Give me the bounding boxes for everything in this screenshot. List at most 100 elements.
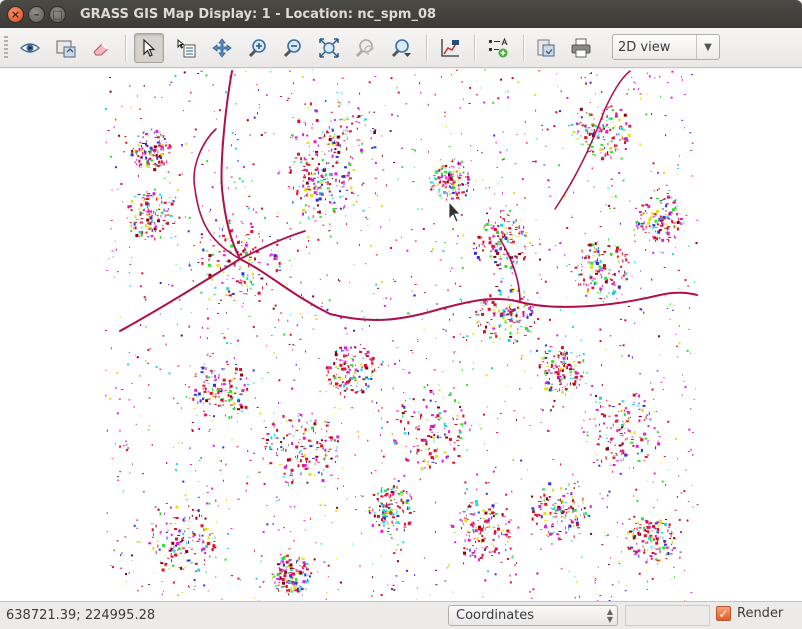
close-window-button[interactable]: ×: [7, 5, 24, 23]
raster-cell: [596, 74, 598, 76]
raster-cell: [110, 219, 113, 221]
raster-cell: [492, 526, 496, 528]
raster-cell: [274, 327, 276, 329]
raster-cell: [485, 374, 488, 377]
print-button[interactable]: [566, 33, 596, 63]
raster-cell: [645, 542, 648, 544]
raster-cell: [645, 520, 649, 524]
raster-cell: [573, 535, 575, 539]
raster-cell: [341, 186, 345, 188]
render-map-button[interactable]: [51, 33, 81, 63]
raster-cell: [371, 563, 373, 565]
raster-cell: [310, 193, 313, 197]
raster-cell: [458, 188, 460, 191]
raster-cell: [459, 298, 462, 301]
raster-cell: [312, 123, 313, 125]
raster-cell: [564, 526, 566, 530]
raster-cell: [336, 558, 338, 560]
raster-cell: [658, 519, 662, 523]
zoom-back-button[interactable]: [350, 33, 380, 63]
raster-cell: [654, 77, 656, 79]
raster-cell: [330, 457, 333, 460]
raster-cell: [276, 243, 279, 246]
status-mode-select[interactable]: Coordinates ▲ ▼: [448, 605, 618, 626]
save-map-button[interactable]: [531, 33, 561, 63]
raster-cell: [628, 547, 632, 550]
render-checkbox[interactable]: ✓: [716, 606, 731, 621]
raster-cell: [634, 207, 637, 209]
zoom-menu-button[interactable]: [386, 33, 416, 63]
raster-cell: [608, 126, 610, 128]
raster-cell: [329, 183, 332, 185]
raster-cell: [484, 245, 486, 248]
view-mode-select[interactable]: 2D view ▼: [612, 34, 720, 60]
query-button[interactable]: [171, 33, 201, 63]
raster-cell: [674, 235, 675, 238]
raster-cell: [517, 303, 519, 305]
raster-cell: [669, 538, 672, 539]
raster-cell: [416, 445, 419, 447]
raster-cell: [480, 87, 482, 89]
raster-cell: [206, 491, 209, 493]
raster-cell: [147, 349, 150, 351]
raster-cell: [414, 284, 417, 285]
raster-cell: [551, 543, 553, 545]
raster-cell: [422, 398, 425, 401]
raster-cell: [462, 183, 464, 186]
raster-cell: [156, 136, 160, 139]
raster-cell: [505, 205, 507, 207]
minimize-window-button[interactable]: –: [28, 5, 45, 23]
raster-cell: [247, 450, 249, 452]
raster-cell: [674, 208, 677, 210]
raster-cell: [611, 584, 614, 586]
raster-cell: [265, 447, 266, 450]
analyze-button[interactable]: [435, 33, 465, 63]
raster-cell: [182, 547, 186, 549]
display-map-button[interactable]: [15, 33, 45, 63]
raster-cell: [382, 506, 384, 508]
raster-cell: [529, 425, 532, 426]
raster-cell: [214, 374, 217, 378]
raster-cell: [353, 375, 355, 378]
raster-cell: [563, 360, 566, 364]
raster-cell: [153, 145, 157, 149]
raster-cell: [311, 178, 315, 182]
raster-cell: [540, 515, 543, 519]
zoom-extent-button[interactable]: [314, 33, 344, 63]
raster-cell: [305, 211, 307, 214]
raster-cell: [203, 564, 205, 566]
raster-cell: [466, 517, 468, 519]
raster-cell: [225, 499, 227, 502]
render-toggle[interactable]: ✓ Render: [716, 606, 783, 621]
raster-cell: [448, 430, 451, 434]
raster-cell: [504, 264, 508, 268]
zoom-out-button[interactable]: [278, 33, 308, 63]
raster-cell: [181, 145, 183, 147]
pan-button[interactable]: [207, 33, 237, 63]
raster-cell: [155, 366, 158, 368]
zoom-in-button[interactable]: [243, 33, 273, 63]
raster-cell: [188, 264, 191, 267]
raster-cell: [474, 554, 477, 558]
raster-cell: [591, 124, 594, 127]
raster-cell: [289, 572, 292, 574]
toolbar-grip[interactable]: [4, 36, 8, 60]
raster-cell: [322, 224, 325, 226]
decoration-button[interactable]: [483, 33, 513, 63]
raster-cell: [572, 502, 575, 505]
raster-cell: [381, 135, 383, 137]
raster-cell: [131, 257, 132, 258]
raster-cell: [172, 581, 175, 584]
raster-cell: [454, 532, 456, 533]
raster-cell: [140, 166, 142, 168]
road-northeast: [554, 70, 631, 210]
erase-display-button[interactable]: [86, 33, 116, 63]
raster-cell: [549, 195, 552, 197]
raster-cell: [193, 393, 197, 396]
raster-cell: [612, 456, 616, 459]
maximize-window-button[interactable]: □: [49, 5, 66, 23]
raster-cell: [385, 505, 388, 508]
raster-cell: [487, 449, 489, 451]
pointer-tool-button[interactable]: [134, 33, 164, 63]
map-canvas[interactable]: [0, 69, 802, 601]
